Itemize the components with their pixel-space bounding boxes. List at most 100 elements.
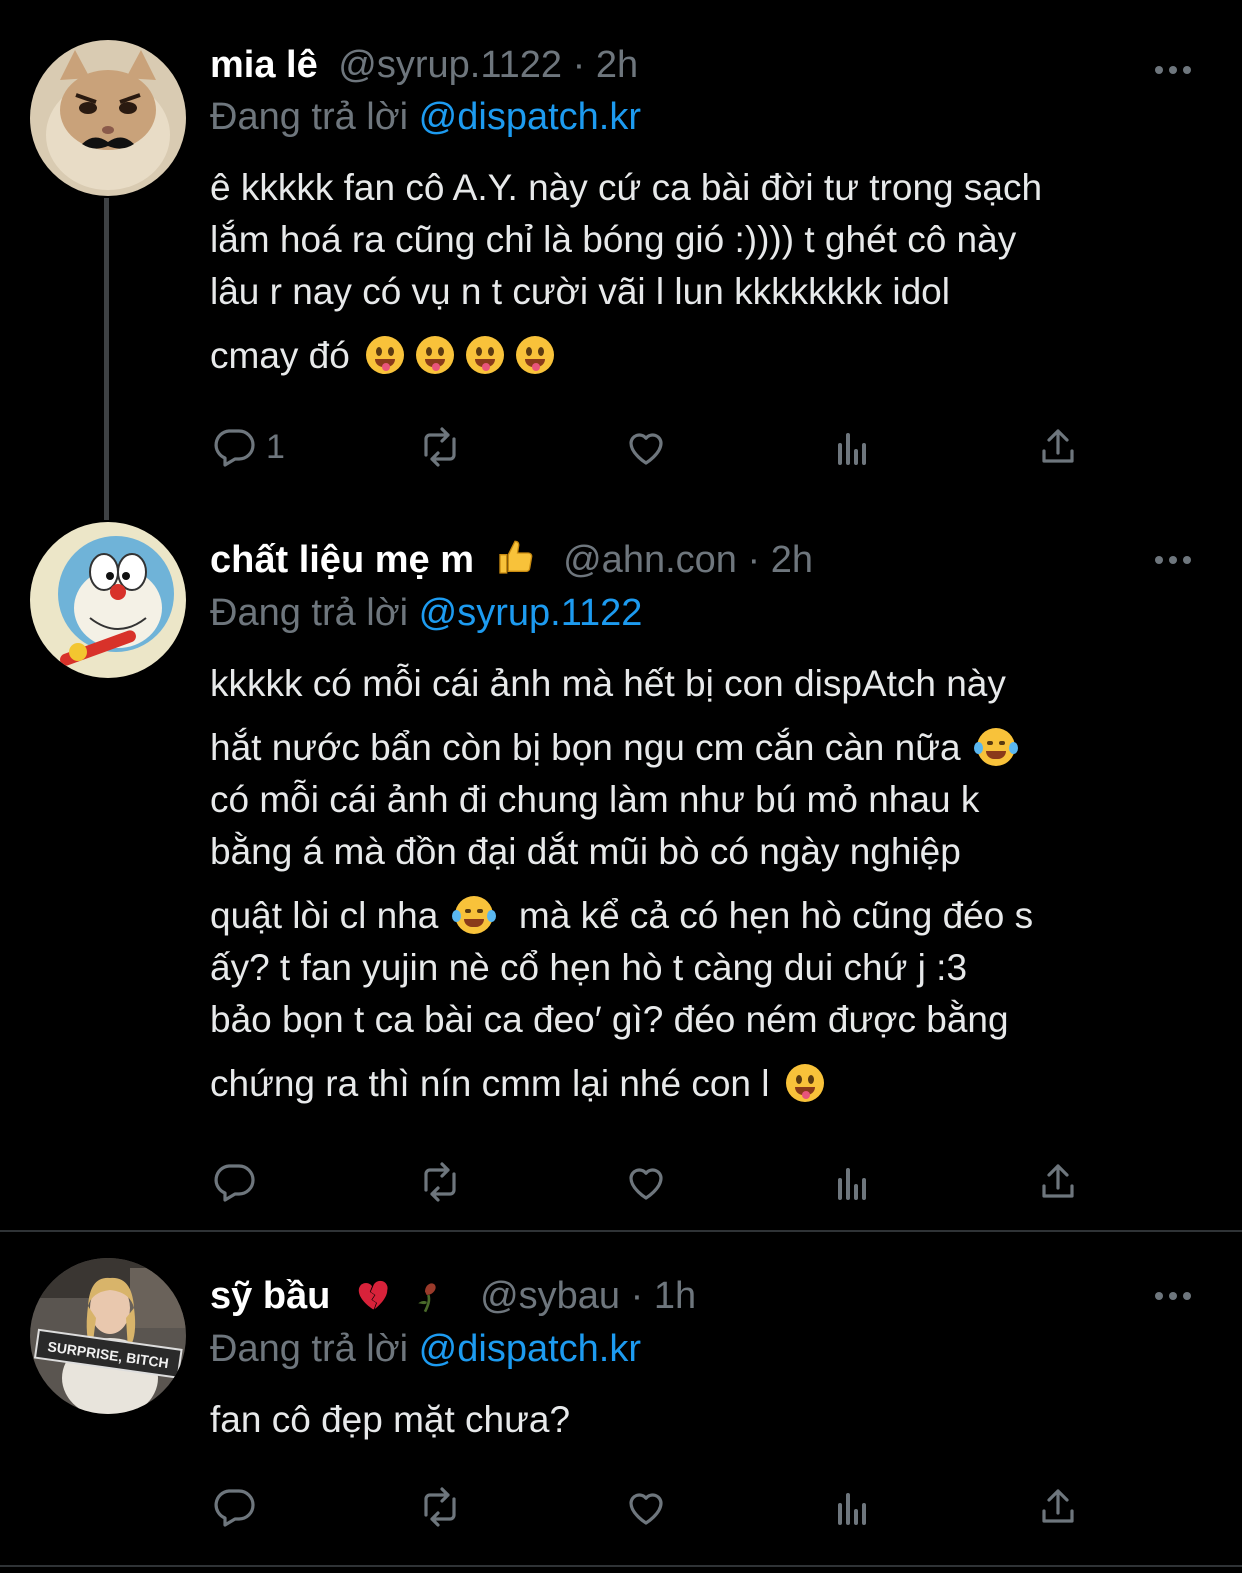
text-line: lắm hoá ra cũng chỉ là bóng gió :)))) t … — [210, 219, 1017, 260]
thumbs-up-emoji — [498, 540, 532, 574]
text-line: bằng á mà đồn đại dắt mũi bò có ngày ngh… — [210, 831, 961, 872]
zany-face-emoji — [466, 336, 505, 374]
replying-label: Đang trả lời — [210, 592, 409, 634]
retweet-icon — [424, 427, 456, 467]
zany-face-emoji — [366, 336, 405, 374]
tweet-header: mia lê @syrup.1122 · 2h — [210, 44, 638, 87]
timestamp[interactable]: 2h — [596, 44, 638, 86]
tweet-text: fan cô đẹp mặt chưa? — [210, 1394, 1210, 1446]
text-line: quật lòi cl nha — [210, 895, 439, 936]
more-icon[interactable] — [1155, 550, 1195, 570]
tongue-face-emoji — [785, 1064, 824, 1102]
tweet-header: sỹ bầu @sybau · 1h — [210, 1274, 696, 1318]
broken-heart-emoji — [358, 1280, 388, 1310]
text-line: có mỗi cái ảnh đi chung làm như bú mỏ nh… — [210, 779, 980, 820]
zany-face-emoji — [416, 336, 455, 374]
tweet-text: kkkkk có mỗi cái ảnh mà hết bị con dispA… — [210, 658, 1210, 1110]
like-icon — [629, 1493, 663, 1525]
reply-button[interactable] — [210, 1155, 258, 1209]
more-icon[interactable] — [1155, 60, 1195, 80]
tweet-divider — [0, 1230, 1242, 1232]
handle[interactable]: @ahn.con — [563, 539, 737, 581]
thread-line — [104, 198, 109, 520]
share-button[interactable] — [1034, 1480, 1082, 1534]
separator: · — [630, 1275, 654, 1317]
retweet-button[interactable] — [416, 1155, 464, 1209]
reply-count: 1 — [266, 427, 285, 466]
action-bar — [210, 1480, 1090, 1534]
reply-button[interactable]: 1 — [210, 420, 285, 474]
text-line: hắt nước bẩn còn bị bọn ngu cm cắn càn n… — [210, 727, 961, 768]
like-icon — [629, 433, 663, 465]
text-line: lâu r nay có vụ n t cười vãi l lun kkkkk… — [210, 271, 950, 312]
separator: · — [747, 539, 771, 581]
analytics-button[interactable] — [828, 1155, 876, 1209]
retweet-icon — [424, 1487, 456, 1527]
reply-icon — [214, 429, 255, 467]
replying-label: Đang trả lời — [210, 96, 409, 138]
text-line: ê kkkkk fan cô A.Y. này cứ ca bài đời tư… — [210, 167, 1043, 208]
analytics-button[interactable] — [828, 420, 876, 474]
share-button[interactable] — [1034, 420, 1082, 474]
mention-link[interactable]: @syrup.1122 — [419, 592, 643, 634]
doraemon-avatar-image — [30, 522, 186, 678]
text-line: chứng ra thì nín cmm lại nhé con l — [210, 1063, 770, 1104]
zany-face-emoji — [516, 336, 555, 374]
replying-to: Đang trả lời @syrup.1122 — [210, 592, 642, 635]
reply-button[interactable] — [210, 1480, 258, 1534]
cat-avatar-image — [30, 40, 186, 196]
avatar[interactable] — [30, 522, 186, 678]
text-line: cmay đó — [210, 335, 350, 376]
display-name[interactable]: sỹ bầu — [210, 1275, 330, 1317]
timestamp[interactable]: 2h — [771, 539, 813, 581]
share-button[interactable] — [1034, 1155, 1082, 1209]
tweet-header: chất liệu mẹ m @ahn.con · 2h — [210, 538, 813, 582]
retweet-button[interactable] — [416, 420, 464, 474]
like-button[interactable] — [622, 1155, 670, 1209]
action-bar: 1 — [210, 420, 1090, 474]
action-bar — [210, 1155, 1090, 1209]
reply-icon — [214, 1164, 255, 1202]
mention-link[interactable]: @dispatch.kr — [419, 1328, 641, 1370]
like-button[interactable] — [622, 420, 670, 474]
text-line-with-emoji: hắt nước bẩn còn bị bọn ngu cm cắn càn n… — [210, 722, 1210, 774]
tweet-divider — [0, 1565, 1242, 1567]
reply-icon — [214, 1489, 255, 1527]
person-avatar-image: SURPRISE, BITCH — [30, 1258, 186, 1414]
share-icon — [1042, 1489, 1074, 1523]
analytics-button[interactable] — [828, 1480, 876, 1534]
tweet-text: ê kkkkk fan cô A.Y. này cứ ca bài đời tư… — [210, 162, 1210, 382]
text-line: fan cô đẹp mặt chưa? — [210, 1399, 571, 1440]
text-line: bảo bọn t ca bài ca đeo′ gì? đéo ném đượ… — [210, 999, 1009, 1040]
wilted-rose-emoji — [417, 1283, 436, 1313]
text-line-with-emoji: cmay đó — [210, 330, 1210, 382]
more-icon[interactable] — [1155, 1286, 1195, 1306]
retweet-icon — [424, 1162, 456, 1202]
text-line: mà kể cả có hẹn hò cũng đéo s — [518, 895, 1034, 936]
text-line-with-emoji: quật lòi cl nha mà kể cả có hẹn hò cũng … — [210, 890, 1210, 942]
avatar[interactable]: SURPRISE, BITCH — [30, 1258, 186, 1414]
share-icon — [1042, 1164, 1074, 1198]
like-icon — [629, 1168, 663, 1200]
replying-label: Đang trả lời — [210, 1328, 409, 1370]
analytics-icon — [838, 1168, 866, 1200]
text-line: kkkkk có mỗi cái ảnh mà hết bị con dispA… — [210, 663, 1006, 704]
timestamp[interactable]: 1h — [654, 1275, 696, 1317]
separator: · — [572, 44, 596, 86]
retweet-button[interactable] — [416, 1480, 464, 1534]
handle[interactable]: @syrup.1122 — [338, 44, 562, 86]
replying-to: Đang trả lời @dispatch.kr — [210, 96, 641, 139]
analytics-icon — [838, 433, 866, 465]
handle[interactable]: @sybau — [480, 1275, 620, 1317]
display-name[interactable]: mia lê — [210, 44, 318, 86]
tears-of-joy-emoji — [451, 896, 496, 934]
avatar[interactable] — [30, 40, 186, 196]
text-line-with-emoji: chứng ra thì nín cmm lại nhé con l — [210, 1058, 1210, 1110]
mention-link[interactable]: @dispatch.kr — [419, 96, 641, 138]
display-name[interactable]: chất liệu mẹ m — [210, 539, 474, 581]
like-button[interactable] — [622, 1480, 670, 1534]
analytics-icon — [838, 1493, 866, 1525]
text-line: ấy? t fan yujin nè cổ hẹn hò t càng dui … — [210, 947, 968, 988]
share-icon — [1042, 429, 1074, 463]
replying-to: Đang trả lời @dispatch.kr — [210, 1328, 641, 1371]
